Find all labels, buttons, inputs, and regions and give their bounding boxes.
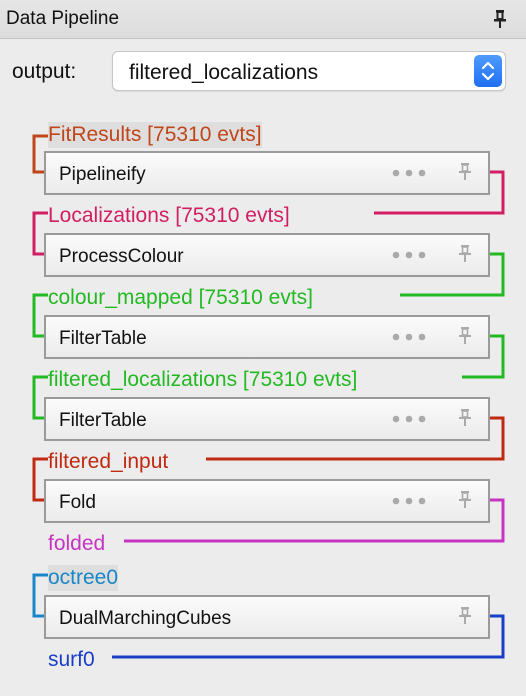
pin-icon[interactable]: [456, 606, 474, 626]
datasource-colour-mapped[interactable]: colour_mapped [75310 evts]: [48, 285, 313, 311]
module-label: ProcessColour: [59, 246, 184, 267]
module-pipelineify[interactable]: Pipelineify: [44, 151, 490, 195]
module-label: Pipelineify: [59, 164, 146, 185]
module-label: FilterTable: [59, 410, 147, 431]
module-label: FilterTable: [59, 328, 147, 349]
more-options-icon[interactable]: [392, 497, 426, 505]
module-filtertable[interactable]: FilterTable: [44, 397, 490, 441]
pin-icon[interactable]: [456, 408, 474, 428]
datasource-fitresults[interactable]: FitResults [75310 evts]: [48, 122, 262, 148]
pin-icon[interactable]: [456, 490, 474, 510]
datasource-localizations[interactable]: Localizations [75310 evts]: [48, 203, 290, 229]
datasource-surf[interactable]: surf0: [48, 647, 95, 673]
module-processcolour[interactable]: ProcessColour: [44, 233, 490, 277]
more-options-icon[interactable]: [392, 333, 426, 341]
module-dualmarchingcubes[interactable]: DualMarchingCubes: [44, 595, 490, 639]
datasource-folded[interactable]: folded: [48, 531, 105, 557]
more-options-icon[interactable]: [392, 251, 426, 259]
datasource-filtered-localizations[interactable]: filtered_localizations [75310 evts]: [48, 367, 357, 393]
module-fold[interactable]: Fold: [44, 479, 490, 523]
module-label: Fold: [59, 492, 96, 513]
datasource-filtered-input[interactable]: filtered_input: [48, 449, 168, 475]
more-options-icon[interactable]: [392, 169, 426, 177]
more-options-icon[interactable]: [392, 415, 426, 423]
pin-icon[interactable]: [456, 244, 474, 264]
pipeline-panel: FitResults [75310 evts] Pipelineify Loca…: [0, 0, 526, 696]
module-label: DualMarchingCubes: [59, 608, 232, 629]
module-filtertable[interactable]: FilterTable: [44, 315, 490, 359]
pin-icon[interactable]: [456, 162, 474, 182]
pin-icon[interactable]: [456, 326, 474, 346]
datasource-octree[interactable]: octree0: [48, 565, 119, 591]
